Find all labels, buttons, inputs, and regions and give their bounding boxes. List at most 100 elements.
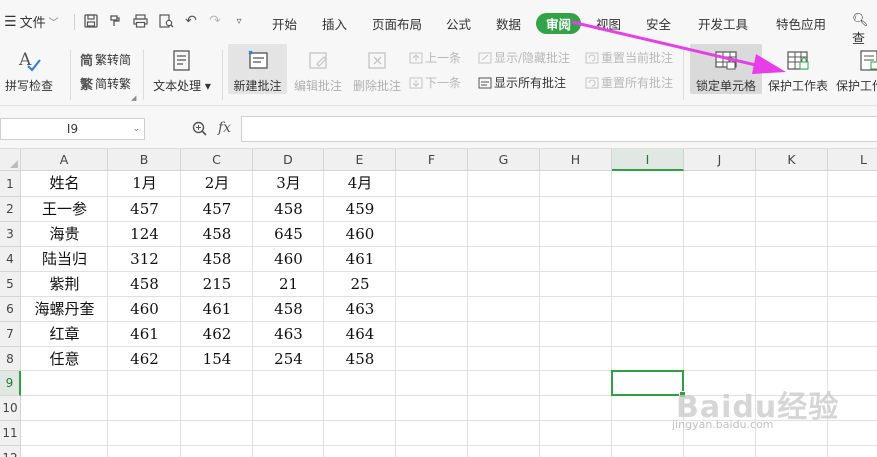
show-all-comments-button[interactable]: 显示所有批注 — [478, 74, 566, 91]
cell-b5[interactable]: 458 — [108, 272, 181, 297]
tab-special-apps[interactable]: 特色应用 — [776, 14, 826, 33]
format-painter-icon[interactable] — [106, 12, 124, 30]
select-all-corner[interactable] — [0, 149, 21, 171]
cell-a8[interactable]: 任意 — [21, 347, 108, 372]
edit-comment-button[interactable]: 编辑批注 — [290, 49, 346, 94]
cell-c7[interactable]: 462 — [181, 322, 253, 347]
tab-data[interactable]: 数据 — [496, 14, 521, 33]
cell-b4[interactable]: 312 — [108, 247, 181, 272]
cell-b8[interactable]: 462 — [108, 347, 181, 372]
cell-a5[interactable]: 紫荆 — [21, 272, 108, 297]
cell-c4[interactable]: 458 — [181, 247, 253, 272]
prev-comment-button[interactable]: 上一条 — [409, 49, 461, 66]
redo-icon[interactable]: ↷ — [206, 12, 224, 30]
column-header-e[interactable]: E — [324, 149, 396, 171]
active-cell-cursor[interactable] — [611, 370, 686, 398]
column-header-l[interactable]: L — [828, 149, 877, 171]
new-comment-button[interactable]: 新建批注 — [228, 49, 287, 94]
column-header-k[interactable]: K — [756, 149, 828, 171]
cell-b3[interactable]: 124 — [108, 222, 181, 247]
simp-to-trad-button[interactable]: 繁 简转繁 — [80, 74, 131, 93]
insert-function-button[interactable]: fx — [218, 120, 231, 136]
cell-b7[interactable]: 461 — [108, 322, 181, 347]
cell-a1[interactable]: 姓名 — [21, 171, 108, 196]
cell-e8[interactable]: 458 — [324, 347, 396, 372]
cell-a7[interactable]: 红章 — [21, 322, 108, 347]
tab-developer[interactable]: 开发工具 — [698, 14, 748, 33]
cell-e3[interactable]: 460 — [324, 222, 396, 247]
cell-b1[interactable]: 1月 — [108, 171, 181, 196]
save-icon[interactable] — [82, 12, 100, 30]
row-header-10[interactable]: 10 — [0, 396, 21, 421]
protect-workbook-button[interactable]: 保护工作簿 — [836, 49, 877, 94]
row-header-1[interactable]: 1 — [0, 171, 21, 197]
cell-d6[interactable]: 458 — [253, 297, 324, 322]
row-header-5[interactable]: 5 — [0, 272, 21, 297]
column-header-h[interactable]: H — [540, 149, 612, 171]
row-header-8[interactable]: 8 — [0, 347, 21, 371]
cell-a3[interactable]: 海贵 — [21, 222, 108, 247]
search-command[interactable]: 🔍︎查 — [852, 13, 877, 47]
column-header-f[interactable]: F — [396, 149, 468, 171]
row-header-9[interactable]: 9 — [0, 371, 21, 396]
delete-comment-button[interactable]: 删除批注 — [349, 49, 405, 94]
cell-c6[interactable]: 461 — [181, 297, 253, 322]
cell-d2[interactable]: 458 — [253, 197, 324, 222]
column-header-j[interactable]: J — [684, 149, 756, 171]
tab-home[interactable]: 开始 — [272, 14, 297, 33]
print-preview-icon[interactable] — [157, 12, 175, 30]
undo-icon[interactable]: ↶ — [182, 12, 200, 30]
column-header-c[interactable]: C — [181, 149, 253, 171]
column-header-b[interactable]: B — [108, 149, 181, 171]
tab-review[interactable]: 审阅 — [536, 13, 582, 34]
name-box[interactable]: I9 ⌄ — [0, 118, 145, 140]
row-header-4[interactable]: 4 — [0, 247, 21, 272]
formula-input[interactable] — [241, 116, 877, 142]
cell-d5[interactable]: 21 — [253, 272, 324, 297]
tab-formulas[interactable]: 公式 — [446, 14, 471, 33]
zoom-formula-icon[interactable] — [192, 121, 208, 141]
cell-d7[interactable]: 463 — [253, 322, 324, 347]
cell-d8[interactable]: 254 — [253, 347, 324, 372]
row-header-12[interactable]: 12 — [0, 446, 21, 457]
cell-b2[interactable]: 457 — [108, 197, 181, 222]
tab-page-layout[interactable]: 页面布局 — [372, 14, 422, 33]
cell-e7[interactable]: 464 — [324, 322, 396, 347]
reset-all-comments-button[interactable]: 重置所有批注 — [585, 74, 673, 91]
column-header-i[interactable]: I — [612, 149, 684, 171]
next-comment-button[interactable]: 下一条 — [409, 74, 461, 91]
row-header-6[interactable]: 6 — [0, 297, 21, 322]
customize-quick-access-icon[interactable]: ▿ — [230, 12, 248, 30]
tab-security[interactable]: 安全 — [646, 14, 671, 33]
column-header-g[interactable]: G — [468, 149, 540, 171]
file-menu[interactable]: ☰ 文件 ﹀ — [4, 12, 59, 32]
cell-c3[interactable]: 458 — [181, 222, 253, 247]
cell-e1[interactable]: 4月 — [324, 171, 396, 196]
cell-c2[interactable]: 457 — [181, 197, 253, 222]
cell-a6[interactable]: 海螺丹奎 — [21, 297, 108, 322]
lock-cell-button[interactable]: 锁定单元格 — [690, 49, 762, 94]
cell-c5[interactable]: 215 — [181, 272, 253, 297]
row-header-3[interactable]: 3 — [0, 222, 21, 247]
cell-d3[interactable]: 645 — [253, 222, 324, 247]
show-hide-comment-button[interactable]: 显示/隐藏批注 — [478, 49, 570, 66]
cell-b6[interactable]: 460 — [108, 297, 181, 322]
column-header-d[interactable]: D — [253, 149, 324, 171]
cell-d1[interactable]: 3月 — [253, 171, 324, 196]
row-header-2[interactable]: 2 — [0, 197, 21, 222]
cell-e2[interactable]: 459 — [324, 197, 396, 222]
cell-e4[interactable]: 461 — [324, 247, 396, 272]
spreadsheet-grid[interactable]: ABCDEFGHIJKL 123456789101112 姓名1月2月3月4月王… — [0, 149, 877, 457]
row-header-11[interactable]: 11 — [0, 421, 21, 446]
cell-c8[interactable]: 154 — [181, 347, 253, 372]
cell-c1[interactable]: 2月 — [181, 171, 253, 196]
text-process-button[interactable]: 文本处理 ▾ — [152, 49, 212, 94]
cell-d4[interactable]: 460 — [253, 247, 324, 272]
print-icon[interactable] — [131, 12, 149, 30]
spellcheck-button[interactable]: A 拼写检查 — [0, 49, 58, 94]
cell-e5[interactable]: 25 — [324, 272, 396, 297]
tab-view[interactable]: 视图 — [596, 14, 621, 33]
cell-a2[interactable]: 王一参 — [21, 197, 108, 222]
column-header-a[interactable]: A — [21, 149, 108, 171]
trad-to-simp-button[interactable]: 简 繁转简 — [80, 50, 131, 69]
